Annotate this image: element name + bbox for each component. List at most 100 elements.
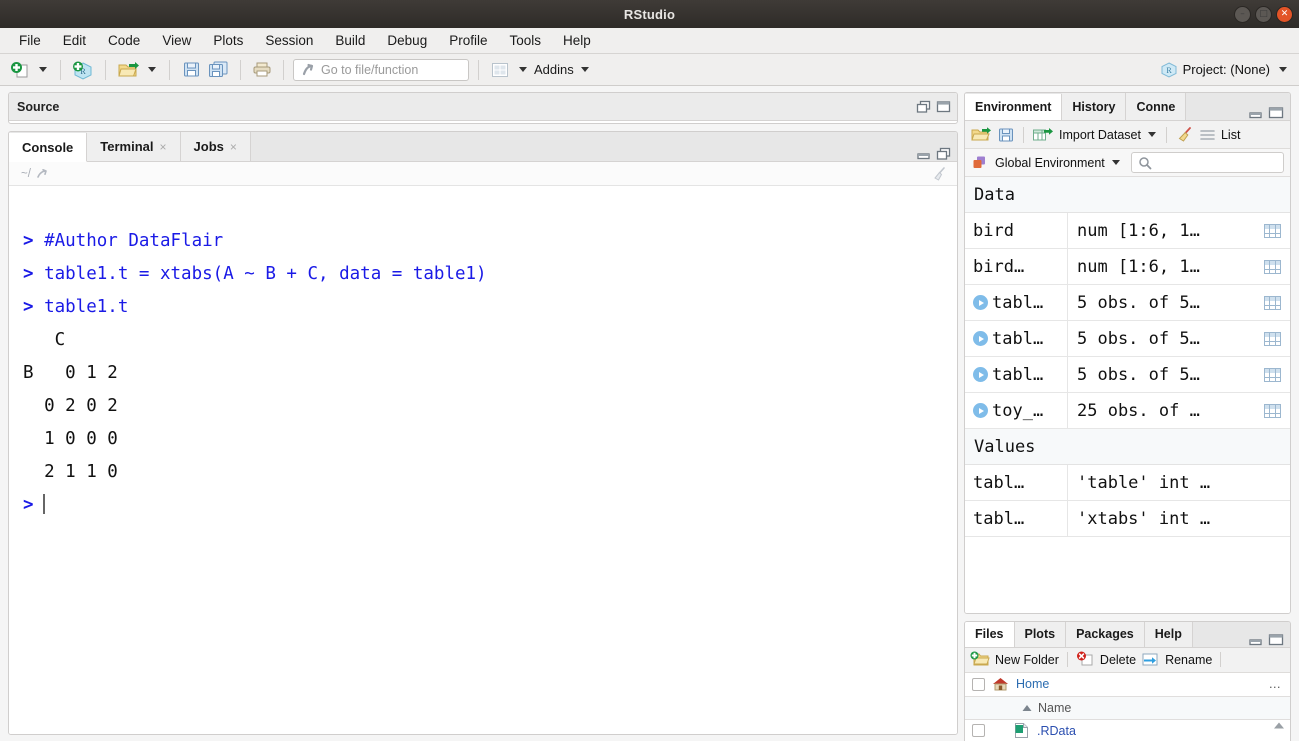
tab-history[interactable]: History [1062, 93, 1127, 120]
open-file-dropdown-caret[interactable] [148, 67, 156, 72]
expand-object-icon[interactable] [973, 331, 988, 346]
sort-ascending-icon[interactable] [1021, 703, 1033, 713]
pane-layout-dropdown-caret[interactable] [519, 67, 527, 72]
restore-pane-icon[interactable] [916, 100, 931, 114]
tab-terminal[interactable]: Terminal × [87, 132, 181, 161]
minimize-pane-icon[interactable] [1248, 633, 1263, 647]
menu-item-profile[interactable]: Profile [438, 30, 498, 51]
rename-button[interactable]: Rename [1165, 653, 1212, 667]
environment-row[interactable]: toy_… 25 obs. of … [965, 393, 1290, 429]
tab-help[interactable]: Help [1144, 622, 1193, 648]
expand-object-icon[interactable] [973, 403, 988, 418]
home-breadcrumb-link[interactable]: Home [1016, 677, 1049, 691]
toolbar-separator [169, 59, 170, 80]
files-row[interactable]: .RData [965, 720, 1290, 741]
project-selector[interactable]: R Project: (None) [1160, 61, 1291, 79]
global-environment-label[interactable]: Global Environment [995, 156, 1105, 170]
menu-item-help[interactable]: Help [552, 30, 602, 51]
import-dataset-button[interactable]: Import Dataset [1059, 128, 1141, 142]
minimize-window-button[interactable]: – [1234, 5, 1251, 23]
maximize-pane-icon[interactable] [936, 147, 951, 161]
menu-item-session[interactable]: Session [254, 30, 324, 51]
minimize-pane-icon[interactable] [916, 147, 931, 161]
list-view-button[interactable]: List [1221, 128, 1240, 142]
view-data-grid-icon[interactable] [1264, 331, 1281, 346]
view-data-grid-icon[interactable] [1264, 259, 1281, 274]
scroll-up-icon[interactable] [1273, 721, 1285, 730]
project-dropdown-caret[interactable] [1279, 67, 1287, 72]
environment-row[interactable]: tabl… 'table' int … [965, 465, 1290, 501]
view-data-grid-icon[interactable] [1264, 295, 1281, 310]
console-path-label[interactable]: ~/ [21, 168, 31, 180]
right-column: Environment History Conne Import Dataset… [962, 86, 1299, 741]
menu-item-view[interactable]: View [151, 30, 202, 51]
tab-jobs[interactable]: Jobs × [180, 132, 251, 161]
tab-console[interactable]: Console [9, 133, 88, 162]
breadcrumb-more-button[interactable]: … [1269, 677, 1282, 691]
open-in-new-window-icon[interactable] [36, 168, 50, 180]
pane-layout-button[interactable] [488, 58, 512, 82]
menu-item-code[interactable]: Code [97, 30, 151, 51]
tab-plots[interactable]: Plots [1014, 622, 1067, 648]
menu-item-edit[interactable]: Edit [52, 30, 97, 51]
environment-object-value: 'table' int … [1068, 473, 1290, 493]
environment-row[interactable]: bird num [1:6, 1… [965, 213, 1290, 249]
environment-row[interactable]: tabl… 5 obs. of 5… [965, 321, 1290, 357]
view-data-grid-icon[interactable] [1264, 403, 1281, 418]
new-project-button[interactable]: R [70, 58, 96, 82]
tab-connections[interactable]: Conne [1126, 93, 1187, 120]
environment-scope-caret[interactable] [1111, 160, 1120, 165]
clear-workspace-button[interactable] [1175, 126, 1194, 144]
environment-object-list[interactable]: Data bird num [1:6, 1… bird… num [1:6, 1… [965, 177, 1290, 613]
menu-item-tools[interactable]: Tools [498, 30, 552, 51]
addins-dropdown-caret[interactable] [580, 67, 589, 72]
goto-file-function-input[interactable]: Go to file/function [293, 58, 469, 81]
environment-search-input[interactable] [1130, 152, 1284, 173]
close-icon[interactable]: × [160, 140, 167, 154]
minimize-pane-icon[interactable] [1248, 106, 1263, 120]
close-window-button[interactable]: ✕ [1276, 5, 1293, 23]
maximize-pane-icon[interactable] [1268, 106, 1284, 120]
file-name-link[interactable]: .RData [1037, 724, 1076, 738]
open-file-button[interactable] [115, 58, 141, 82]
close-icon[interactable]: × [230, 140, 237, 154]
expand-object-icon[interactable] [973, 295, 988, 310]
save-all-button[interactable] [206, 58, 231, 82]
new-folder-button[interactable]: New Folder [995, 653, 1059, 667]
menu-item-debug[interactable]: Debug [376, 30, 438, 51]
rename-icon [1141, 651, 1160, 668]
new-file-dropdown-caret[interactable] [39, 67, 47, 72]
import-dataset-dropdown-caret[interactable] [1147, 132, 1156, 137]
delete-button[interactable]: Delete [1100, 653, 1136, 667]
view-data-grid-icon[interactable] [1264, 223, 1281, 238]
maximize-pane-icon[interactable] [1268, 633, 1284, 647]
files-column-name-label[interactable]: Name [1038, 701, 1071, 715]
print-button[interactable] [250, 58, 274, 82]
file-select-checkbox[interactable] [972, 724, 985, 738]
tab-packages[interactable]: Packages [1066, 622, 1145, 648]
maximize-pane-icon[interactable] [936, 100, 951, 114]
save-button[interactable] [179, 58, 203, 82]
environment-row[interactable]: tabl… 5 obs. of 5… [965, 285, 1290, 321]
tab-files[interactable]: Files [965, 622, 1015, 648]
console-output[interactable]: > #Author DataFlair > table1.t = xtabs(A… [9, 186, 957, 734]
view-data-grid-icon[interactable] [1264, 367, 1281, 382]
save-workspace-button[interactable] [997, 126, 1015, 144]
addins-button[interactable]: Addins [534, 62, 574, 77]
expand-object-icon[interactable] [973, 367, 988, 382]
environment-row[interactable]: tabl… 'xtabs' int … [965, 501, 1290, 537]
tab-environment[interactable]: Environment [965, 94, 1063, 120]
menu-item-plots[interactable]: Plots [202, 30, 254, 51]
menu-item-file[interactable]: File [8, 30, 52, 51]
list-view-icon[interactable] [1199, 128, 1216, 142]
new-file-button[interactable] [8, 58, 32, 82]
environment-row[interactable]: tabl… 5 obs. of 5… [965, 357, 1290, 393]
rdata-file-icon [1013, 722, 1030, 739]
load-workspace-button[interactable] [970, 126, 992, 144]
select-all-files-checkbox[interactable] [972, 677, 985, 691]
broom-icon[interactable] [931, 166, 947, 182]
maximize-window-button[interactable]: □ [1255, 5, 1272, 23]
environment-row[interactable]: bird… num [1:6, 1… [965, 249, 1290, 285]
source-pane-title: Source [17, 99, 60, 114]
menu-item-build[interactable]: Build [324, 30, 376, 51]
